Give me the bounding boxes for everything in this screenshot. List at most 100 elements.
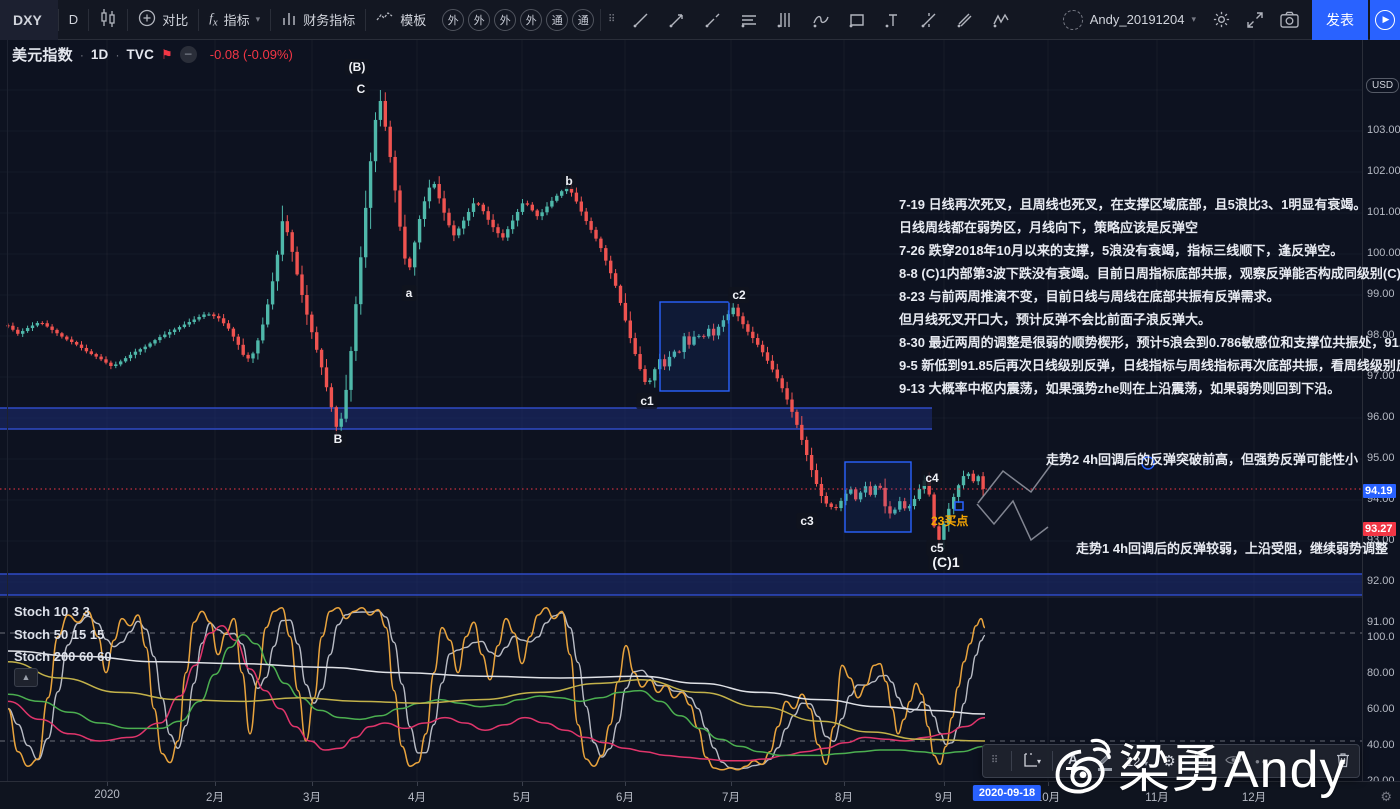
stoch-legend-item[interactable]: Stoch 10 3 3: [14, 601, 112, 624]
price-tick: 102.00: [1367, 165, 1400, 177]
drawing-toolbar: [623, 0, 1019, 40]
indicators-button[interactable]: fx 指标 ▾: [199, 0, 270, 40]
vertical-lines-tool-button[interactable]: [767, 0, 803, 40]
hide-indicator-toggle[interactable]: –: [180, 46, 197, 63]
wave-label[interactable]: a: [402, 285, 417, 301]
fullscreen-button[interactable]: [1238, 0, 1272, 40]
time-tick: 8月: [835, 789, 853, 805]
support-zone[interactable]: [0, 574, 1362, 595]
stoch-legend-item[interactable]: Stoch 50 15 15: [14, 624, 112, 647]
time-axis[interactable]: 20202月3月4月5月6月7月8月9月10月11月12月 2020-09-18…: [0, 781, 1400, 809]
quick-symbol-button[interactable]: 外: [494, 9, 516, 31]
price-tick: 91.00: [1367, 616, 1395, 628]
indicator-tick: 40.00: [1367, 739, 1395, 751]
quick-symbol-button[interactable]: 外: [468, 9, 490, 31]
buy-point-marker[interactable]: [955, 502, 963, 510]
rectangle-tool-button[interactable]: [839, 0, 875, 40]
wave-label[interactable]: c3: [796, 513, 817, 529]
font-size-button[interactable]: 12 ▾: [1122, 747, 1152, 775]
time-tick-mark: [107, 782, 108, 786]
chart-canvas[interactable]: [0, 40, 1362, 781]
wave-label[interactable]: B: [330, 431, 347, 447]
bar-chart-icon: [281, 10, 297, 29]
text-color-button[interactable]: A: [1058, 747, 1088, 775]
toolbar-drag-handle[interactable]: ⠿: [984, 747, 1006, 775]
replay-play-button[interactable]: ▶: [1370, 0, 1400, 40]
brush-tool-button[interactable]: [947, 0, 983, 40]
chart-style-button[interactable]: [89, 0, 127, 40]
arrow-line-tool-button[interactable]: [659, 0, 695, 40]
wave-label[interactable]: (B): [345, 59, 370, 75]
trash-icon: [1336, 752, 1350, 771]
financials-label: 财务指标: [303, 10, 355, 29]
wave-label[interactable]: (C)1: [928, 554, 963, 570]
time-tick-mark: [844, 782, 845, 786]
scenario-2-note: 走势2 4h回调后的反弹突破前高，但强势反弹可能性小: [1046, 449, 1358, 468]
wave-label[interactable]: c2: [728, 287, 749, 303]
currency-label[interactable]: USD: [1366, 78, 1399, 93]
time-tick-mark: [944, 782, 945, 786]
horizontal-lines-tool-button[interactable]: [731, 0, 767, 40]
wave-label[interactable]: c4: [921, 470, 942, 486]
indicator-legend: Stoch 10 3 3Stoch 50 15 15Stoch 200 60 6…: [14, 601, 112, 669]
candlestick-series: [6, 90, 985, 549]
analysis-note-line: 8-23 与前两周推演不变，目前日线与周线在底部共振有反弹需求。: [899, 285, 1377, 308]
settings-button[interactable]: [1204, 0, 1238, 40]
symbol-search-button[interactable]: DXY: [0, 0, 58, 40]
symbol-title[interactable]: 美元指数: [12, 44, 73, 65]
financials-button[interactable]: 财务指标: [271, 0, 365, 40]
ray-line-tool-button[interactable]: [695, 0, 731, 40]
account-menu[interactable]: Andy_20191204 ▾: [1055, 10, 1204, 30]
compare-button[interactable]: 对比: [128, 0, 198, 40]
xabcd-pattern-tool-button[interactable]: [983, 0, 1019, 40]
chart-pane[interactable]: [0, 40, 1362, 781]
analysis-notes: 7-19 日线再次死叉，且周线也死叉，在支撑区域底部，且5浪比3、1明显有衰竭。…: [899, 193, 1377, 400]
text-tool-button[interactable]: [875, 0, 911, 40]
text-color-icon: A: [1068, 752, 1078, 766]
visibility-button[interactable]: [1218, 747, 1248, 775]
wave-label[interactable]: C: [353, 81, 370, 97]
time-tick: 5月: [513, 789, 531, 805]
quick-symbol-button[interactable]: 通: [572, 9, 594, 31]
clone-icon: [1194, 752, 1209, 770]
time-tick-mark: [522, 782, 523, 786]
quick-symbol-button[interactable]: 外: [442, 9, 464, 31]
toolbar-drag-handle[interactable]: ⠿: [601, 0, 623, 40]
selection-box[interactable]: [660, 302, 729, 391]
quick-symbol-button[interactable]: 通: [546, 9, 568, 31]
time-tick: 2月: [206, 789, 224, 805]
template-button[interactable]: 模板: [366, 0, 436, 40]
quick-symbol-button[interactable]: 外: [520, 9, 542, 31]
polyline-tool-button[interactable]: [803, 0, 839, 40]
time-tick: 4月: [408, 789, 426, 805]
publish-button[interactable]: 发表: [1312, 0, 1368, 40]
wave-label[interactable]: b: [561, 173, 576, 189]
stoch-legend-item[interactable]: Stoch 200 60 60: [14, 646, 112, 669]
coordinates-button[interactable]: ▾: [1017, 747, 1047, 775]
wave-label[interactable]: c1: [636, 393, 657, 409]
delete-button[interactable]: [1328, 747, 1358, 775]
plus-circle-icon: [138, 9, 156, 30]
clone-button[interactable]: [1186, 747, 1216, 775]
selection-box[interactable]: [845, 462, 911, 532]
legend-exchange: TVC: [126, 47, 154, 62]
interval-button[interactable]: D: [59, 0, 88, 40]
drawing-settings-button[interactable]: ⚙: [1154, 747, 1184, 775]
indicator-tick: 80.00: [1367, 667, 1395, 679]
trend-line-tool-button[interactable]: [623, 0, 659, 40]
scenario-1-path[interactable]: [977, 501, 1048, 540]
scenario-2-path[interactable]: [978, 462, 1053, 503]
time-tick-mark: [1157, 782, 1158, 786]
divider: [1011, 751, 1012, 771]
compare-label: 对比: [162, 10, 188, 29]
flag-icon[interactable]: ⚑: [161, 47, 173, 63]
top-toolbar: DXY D 对比 fx 指标 ▾: [0, 0, 1400, 40]
background-color-button[interactable]: [1090, 747, 1120, 775]
pane-collapse-button[interactable]: ▲: [14, 668, 38, 687]
time-tick-mark: [215, 782, 216, 786]
more-options-button[interactable]: •••: [1250, 747, 1280, 775]
axis-settings-gear-icon[interactable]: ⚙: [1380, 789, 1392, 805]
price-axis[interactable]: USD 103.00102.00101.00100.0099.0098.0097…: [1362, 40, 1400, 781]
cross-line-tool-button[interactable]: [911, 0, 947, 40]
snapshot-camera-button[interactable]: [1272, 0, 1306, 40]
